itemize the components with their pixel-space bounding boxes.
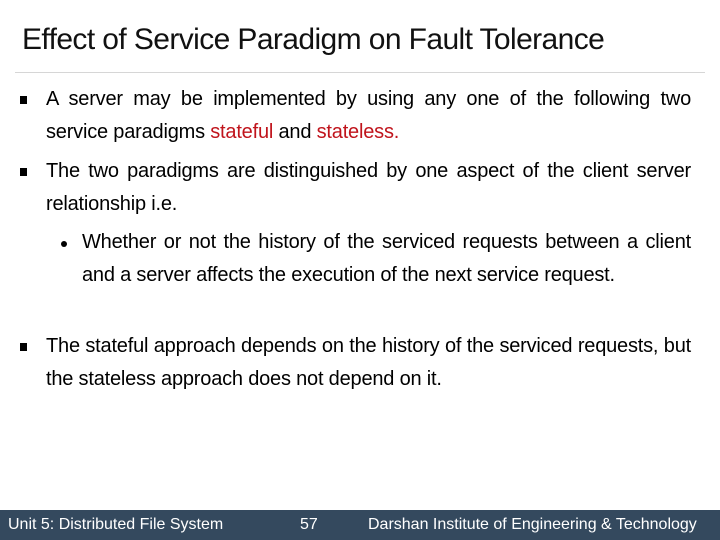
bullet-item: The stateful approach depends on the his… [46, 335, 691, 390]
slide-title: Effect of Service Paradigm on Fault Tole… [22, 23, 605, 56]
bullet-item: The two paradigms are distinguished by o… [46, 160, 691, 215]
footer-unit-title: Unit 5: Distributed File System [8, 516, 224, 533]
round-bullet-icon [61, 241, 67, 247]
sub-bullet-item: Whether or not the history of the servic… [82, 231, 691, 286]
page-number: 57 [300, 516, 318, 533]
square-bullet-icon [20, 168, 27, 176]
term-stateful: stateful [210, 121, 274, 143]
bullet-text: and [273, 121, 317, 143]
square-bullet-icon [20, 96, 27, 104]
bullet-item: A server may be implemented by using any… [46, 83, 691, 149]
title-divider [15, 72, 705, 73]
footer-institute: Darshan Institute of Engineering & Techn… [368, 516, 697, 533]
square-bullet-icon [20, 343, 27, 351]
term-stateless: stateless. [316, 121, 400, 143]
footer-bar: Unit 5: Distributed File System 57 Darsh… [0, 510, 720, 540]
